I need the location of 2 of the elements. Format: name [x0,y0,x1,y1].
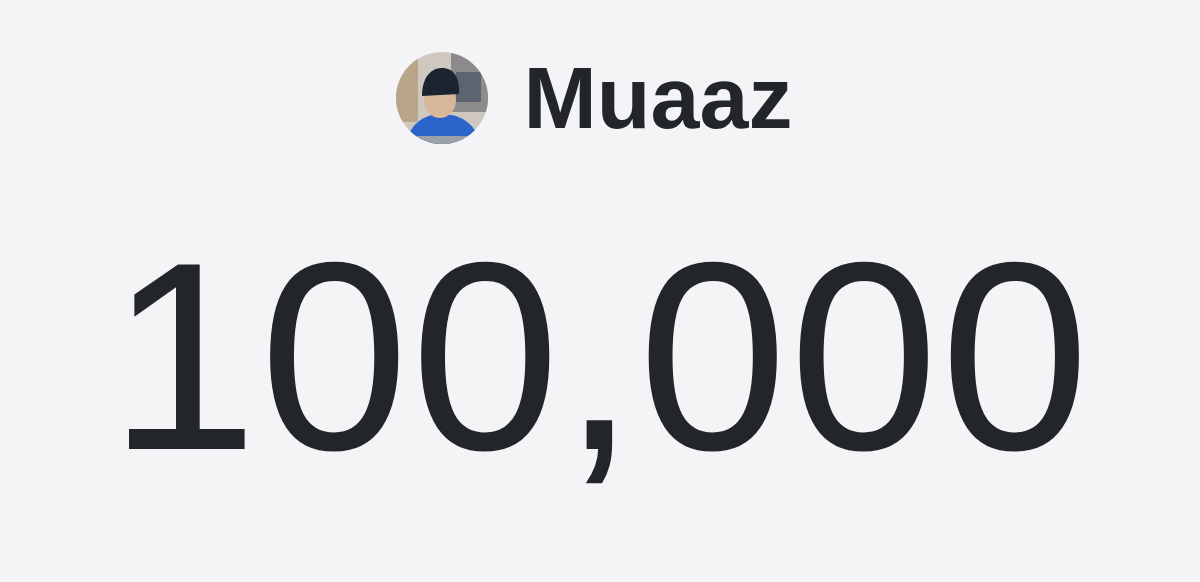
follower-count: 100,000 [108,222,1092,490]
profile-name: Muaaz [523,54,793,142]
